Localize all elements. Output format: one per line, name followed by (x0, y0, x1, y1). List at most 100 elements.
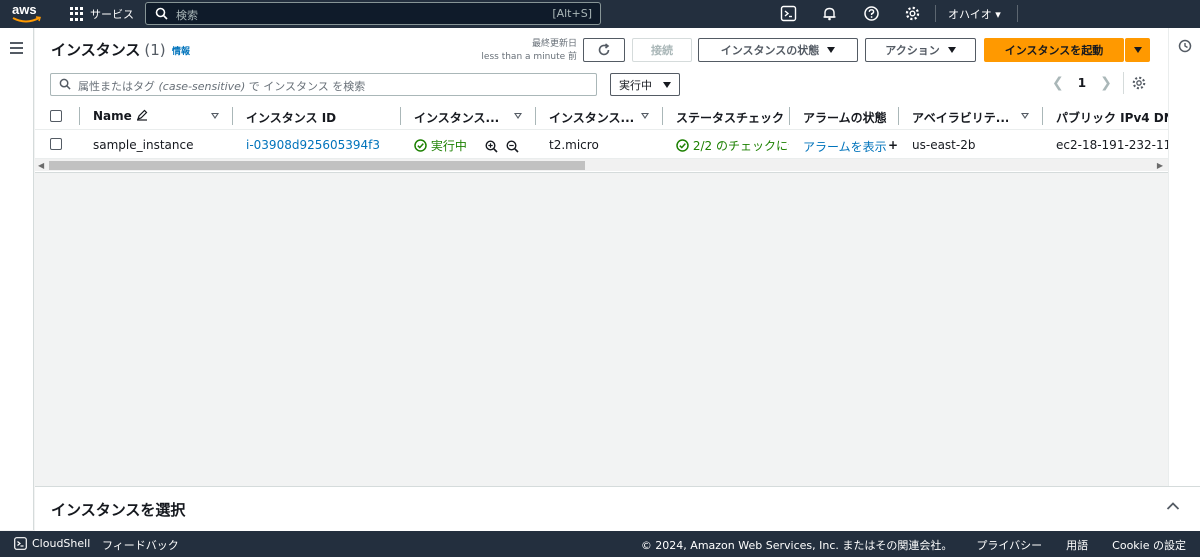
copyright-text: © 2024, Amazon Web Services, Inc. またはその関… (640, 539, 953, 552)
top-navigation: aws サービス 検索 [Alt+S] オハイオ ▾ (0, 0, 1200, 28)
row-checkbox[interactable] (50, 138, 62, 150)
nav-divider (1017, 5, 1018, 22)
page-title: インスタンス (1) (51, 39, 166, 60)
cell-instance-id[interactable]: i-03908d925605394f3 (246, 138, 396, 152)
region-selector[interactable]: オハイオ ▾ (948, 6, 1001, 22)
column-divider (898, 107, 899, 125)
column-divider (662, 107, 663, 125)
next-page-icon[interactable]: ❯ (1100, 75, 1112, 91)
zoom-out-icon[interactable] (506, 140, 519, 153)
caret-down-icon (947, 47, 956, 53)
caret-down-icon (827, 47, 836, 53)
instances-panel: インスタンス (1) 情報 最終更新日 less than a minute 前 … (35, 28, 1168, 173)
cloudshell-icon[interactable] (780, 5, 797, 22)
column-header-availability-zone[interactable]: アベイラビリテ... (912, 109, 1008, 126)
search-shortcut: [Alt+S] (552, 7, 592, 20)
feedback-link[interactable]: フィードバック (102, 537, 179, 553)
actions-button[interactable]: アクション (865, 38, 976, 62)
last-updated-value: less than a minute 前 (481, 52, 577, 62)
cell-status-check: 2/2 のチェックに合格しました (676, 137, 789, 154)
column-header-instance-type[interactable]: インスタンス... (549, 109, 635, 126)
previous-page-icon[interactable]: ❮ (1052, 75, 1064, 91)
menu-icon[interactable] (10, 42, 23, 54)
aws-logo[interactable]: aws (12, 3, 46, 25)
column-divider (1042, 107, 1043, 125)
column-header-status-check[interactable]: ステータスチェック (676, 109, 803, 126)
state-filter-value: 実行中 (619, 78, 652, 92)
footer-links: © 2024, Amazon Web Services, Inc. またはその関… (641, 537, 1186, 553)
cell-instance-type: t2.micro (549, 138, 599, 152)
info-link[interactable]: 情報 (172, 44, 190, 57)
horizontal-scrollbar[interactable]: ◀ ▶ (35, 158, 1168, 171)
bell-icon[interactable] (821, 5, 838, 22)
state-filter-select[interactable]: 実行中 (610, 73, 680, 96)
cell-alarm-link[interactable]: アラームを表示 (803, 138, 891, 155)
settings-icon[interactable] (904, 5, 921, 22)
footer: CloudShell フィードバック © 2024, Amazon Web Se… (0, 531, 1200, 557)
table-row[interactable]: sample_instance i-03908d925605394f3 実行中 … (35, 131, 1168, 158)
split-panel: インスタンスを選択 (35, 486, 1200, 531)
privacy-link[interactable]: プライバシー (976, 537, 1042, 553)
cell-availability-zone: us-east-2b (912, 138, 976, 152)
instance-filter-input[interactable]: 属性またはタグ (case-sensitive) で インスタンス を検索 (50, 73, 597, 96)
select-all-checkbox[interactable] (50, 110, 62, 122)
launch-instance-button[interactable]: インスタンスを起動 (984, 38, 1124, 62)
column-header-alarm-status[interactable]: アラームの状態 (803, 109, 895, 126)
instance-state-text: 実行中 (430, 139, 467, 153)
caret-down-icon (1133, 47, 1142, 53)
scroll-right-icon[interactable]: ▶ (1157, 161, 1163, 170)
services-menu[interactable]: サービス (70, 6, 134, 22)
refresh-button[interactable] (583, 38, 625, 62)
cookie-settings-link[interactable]: Cookie の設定 (1112, 537, 1186, 553)
cloudshell-icon (14, 537, 27, 550)
cell-public-dns: ec2-18-191-232-119.us-east-2.compute.ama… (1056, 138, 1168, 152)
instance-state-label: インスタンスの状態 (720, 44, 820, 57)
pager-divider (1123, 72, 1124, 94)
actions-label: アクション (885, 44, 940, 57)
column-divider (789, 107, 790, 125)
sort-icon[interactable] (514, 113, 522, 119)
grid-icon (70, 7, 84, 21)
column-header-instance-id[interactable]: インスタンス ID (246, 109, 396, 126)
add-alarm-icon[interactable]: + (888, 138, 898, 152)
aws-logo-text: aws (12, 2, 37, 17)
global-search-input[interactable]: 検索 [Alt+S] (145, 2, 601, 25)
last-updated: 最終更新日 less than a minute 前 (475, 38, 577, 64)
cloudshell-button[interactable]: CloudShell (14, 537, 90, 550)
terms-link[interactable]: 用語 (1066, 537, 1088, 553)
search-icon (59, 78, 71, 90)
aws-smile-icon (12, 16, 41, 23)
zoom-in-icon[interactable] (485, 140, 498, 153)
instance-state-button[interactable]: インスタンスの状態 (698, 38, 858, 62)
column-divider (232, 107, 233, 125)
pagination: ❮ 1 ❯ (1052, 75, 1112, 91)
scroll-left-icon[interactable]: ◀ (38, 161, 44, 170)
nav-divider (935, 5, 936, 22)
connect-button[interactable]: 接続 (632, 38, 692, 62)
page-title-text: インスタンス (51, 41, 141, 59)
column-divider (535, 107, 536, 125)
services-label: サービス (90, 8, 134, 21)
cell-name: sample_instance (93, 138, 194, 152)
column-header-name[interactable]: Name (93, 109, 153, 123)
sort-icon[interactable] (641, 113, 649, 119)
launch-instance-dropdown[interactable] (1125, 38, 1150, 62)
sort-icon[interactable] (211, 113, 219, 119)
help-icon[interactable] (863, 5, 880, 22)
table-header: Name インスタンス ID インスタンス... インスタンス... ステータス… (35, 103, 1168, 130)
side-navigation-strip (0, 28, 34, 530)
split-panel-title: インスタンスを選択 (51, 501, 186, 519)
search-placeholder: 検索 (176, 9, 198, 22)
column-header-public-dns[interactable]: パブリック IPv4 DNS (1056, 109, 1168, 126)
refresh-icon (598, 43, 610, 56)
sort-icon[interactable] (1021, 113, 1029, 119)
table-settings-icon[interactable] (1131, 75, 1147, 91)
caret-down-icon (663, 81, 671, 88)
scrollbar-thumb[interactable] (49, 161, 585, 170)
current-page[interactable]: 1 (1078, 76, 1086, 90)
filter-placeholder: 属性またはタグ (case-sensitive) で インスタンス を検索 (78, 80, 366, 93)
chevron-up-icon[interactable] (1166, 501, 1180, 511)
instance-count: (1) (144, 41, 166, 59)
clock-icon[interactable] (1178, 39, 1192, 53)
column-header-instance-state[interactable]: インスタンス... (414, 109, 502, 126)
